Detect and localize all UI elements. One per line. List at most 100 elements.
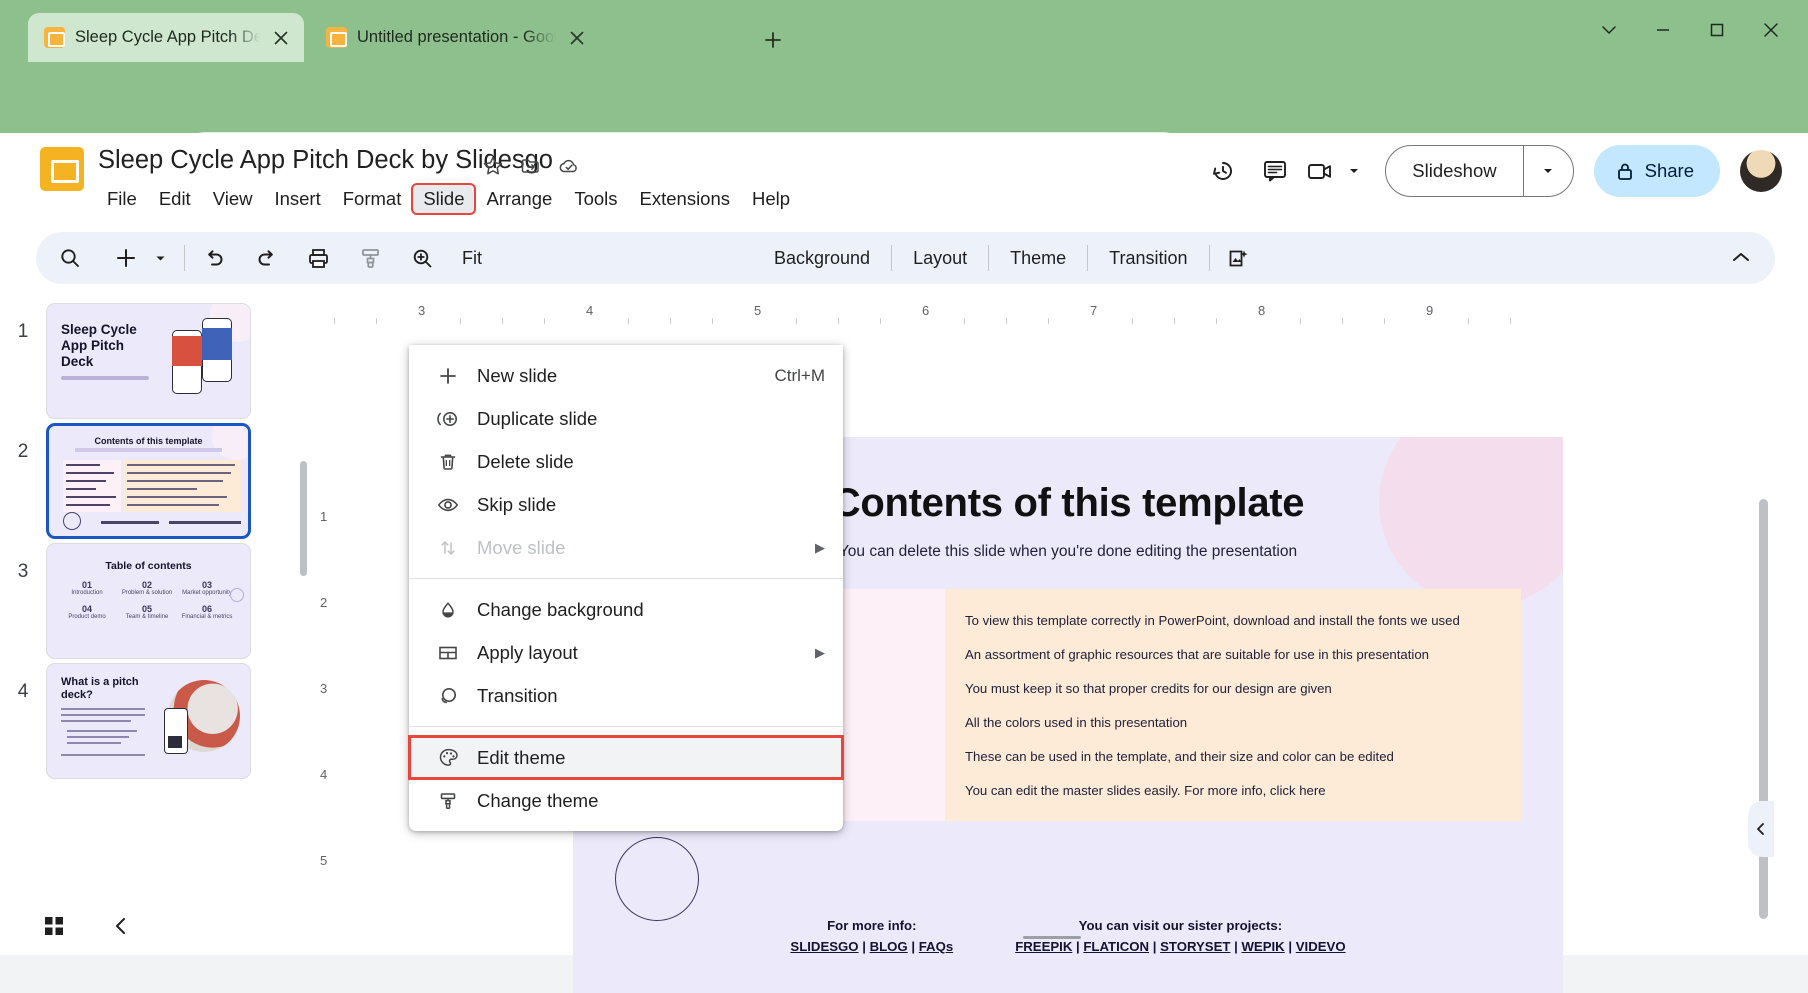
toc-label: Introduction: [57, 590, 117, 596]
menu-item-duplicate-slide[interactable]: Duplicate slide: [409, 397, 843, 440]
menu-slide[interactable]: Slide: [412, 184, 475, 214]
footer-links[interactable]: FREEPIK | FLATICON | STORYSET | WEPIK | …: [1015, 937, 1345, 957]
filmstrip-slide-4[interactable]: 4 What is a pitch deck?: [0, 663, 300, 779]
menu-arrange[interactable]: Arrange: [475, 184, 563, 214]
toolbar-collapse-icon[interactable]: [1721, 238, 1761, 278]
menu-item-edit-theme[interactable]: Edit theme: [409, 736, 843, 779]
slide-number: 3: [0, 543, 46, 583]
slide-thumbnail[interactable]: Sleep Cycle App Pitch Deck: [46, 303, 251, 419]
grid-view-icon[interactable]: [42, 914, 66, 938]
zoom-icon[interactable]: [402, 238, 442, 278]
window-maximize-button[interactable]: [1690, 10, 1744, 50]
theme-button[interactable]: Theme: [998, 248, 1078, 269]
menu-item-apply-layout[interactable]: Apply layout ▶: [409, 631, 843, 674]
menu-item-label: New slide: [477, 365, 557, 387]
link-faqs[interactable]: FAQs: [919, 939, 953, 954]
link-wepik[interactable]: WEPIK: [1241, 939, 1284, 954]
slide-thumbnail[interactable]: Table of contents 01 Introduction 02 Pro…: [46, 543, 251, 659]
window-caret-button[interactable]: [1582, 10, 1636, 50]
insert-image-icon[interactable]: [1219, 238, 1259, 278]
slideshow-button[interactable]: Slideshow: [1386, 146, 1522, 196]
new-slide-caret-icon[interactable]: [146, 238, 175, 278]
layout-button[interactable]: Layout: [901, 248, 979, 269]
undo-icon[interactable]: [194, 238, 234, 278]
slide-thumbnail[interactable]: What is a pitch deck?: [46, 663, 251, 779]
menu-edit[interactable]: Edit: [148, 184, 202, 214]
link-freepik[interactable]: FREEPIK: [1015, 939, 1072, 954]
toc-number: 01: [57, 580, 117, 590]
share-button[interactable]: Share: [1594, 145, 1720, 197]
menu-item-new-slide[interactable]: New slide Ctrl+M: [409, 354, 843, 397]
close-icon[interactable]: [270, 27, 292, 49]
print-icon[interactable]: [298, 238, 338, 278]
link-slidesgo[interactable]: SLIDESGO: [790, 939, 858, 954]
google-meet-icon[interactable]: [1301, 145, 1341, 197]
user-avatar[interactable]: [1740, 150, 1782, 192]
menu-format[interactable]: Format: [332, 184, 413, 214]
comment-icon[interactable]: [1249, 145, 1301, 197]
ruler-tick: 2: [320, 595, 327, 610]
transition-button[interactable]: Transition: [1097, 248, 1199, 269]
menu-tools[interactable]: Tools: [563, 184, 628, 214]
menu-help[interactable]: Help: [741, 184, 801, 214]
zoom-fit-label[interactable]: Fit: [450, 248, 494, 269]
link-flaticon[interactable]: FLATICON: [1083, 939, 1149, 954]
new-slide-button[interactable]: [106, 238, 146, 278]
menu-insert[interactable]: Insert: [263, 184, 331, 214]
link-videvo[interactable]: VIDEVO: [1296, 939, 1346, 954]
menu-item-change-background[interactable]: Change background: [409, 588, 843, 631]
menu-separator: [409, 726, 843, 727]
cloud-saved-icon[interactable]: [554, 151, 584, 181]
slide-thumbnail-selected[interactable]: Contents of this template: [46, 423, 251, 539]
slide-filmstrip[interactable]: 1 Sleep Cycle App Pitch Deck 2 Contents …: [0, 293, 318, 955]
slideshow-control-group: Slideshow: [1385, 145, 1573, 197]
menu-item-change-theme[interactable]: Change theme: [409, 779, 843, 822]
browser-nav-row: docs.google.com/presentation/d/1TZq4AWgi…: [0, 62, 1808, 133]
toc-label: Financial & metrics: [177, 614, 237, 620]
background-button[interactable]: Background: [762, 248, 882, 269]
filmstrip-slide-2[interactable]: 2 Contents of this template: [0, 423, 300, 539]
menu-view[interactable]: View: [202, 184, 264, 214]
star-icon[interactable]: [478, 151, 508, 181]
slide-thumb-title: Contents of this template: [49, 436, 248, 446]
menu-extensions[interactable]: Extensions: [629, 184, 742, 214]
toolbar-divider: [988, 245, 989, 271]
chevron-left-icon[interactable]: [110, 915, 132, 937]
browser-chrome: Sleep Cycle App Pitch Deck by Sl Untitle…: [0, 0, 1808, 133]
move-to-folder-icon[interactable]: [516, 151, 546, 181]
window-close-button[interactable]: [1744, 10, 1798, 50]
slide-menu-dropdown[interactable]: New slide Ctrl+M Duplicate slide Delete …: [409, 345, 843, 831]
google-slides-logo-icon: [40, 147, 84, 191]
speaker-notes-handle[interactable]: [1023, 936, 1081, 939]
paint-format-icon[interactable]: [350, 238, 390, 278]
ruler-tick: 8: [1258, 303, 1265, 318]
browser-tab-1[interactable]: Sleep Cycle App Pitch Deck by Sl: [28, 13, 304, 62]
menu-file[interactable]: File: [96, 184, 148, 214]
move-updown-icon: [431, 538, 465, 558]
redo-icon[interactable]: [246, 238, 286, 278]
ruler-tick: 4: [320, 767, 327, 782]
menu-item-delete-slide[interactable]: Delete slide: [409, 440, 843, 483]
filmstrip-slide-3[interactable]: 3 Table of contents 01 Introduction 02 P…: [0, 543, 300, 659]
menu-item-skip-slide[interactable]: Skip slide: [409, 483, 843, 526]
menu-item-transition[interactable]: Transition: [409, 674, 843, 717]
footer-links[interactable]: SLIDESGO | BLOG | FAQs: [790, 937, 953, 957]
version-history-icon[interactable]: [1197, 145, 1249, 197]
ruler-tick: 5: [754, 303, 761, 318]
menu-bar: File Edit View Insert Format Slide Arran…: [96, 184, 801, 214]
link-blog[interactable]: BLOG: [870, 939, 908, 954]
window-minimize-button[interactable]: [1636, 10, 1690, 50]
explore-panel-toggle[interactable]: [1748, 801, 1774, 857]
close-icon[interactable]: [566, 27, 588, 49]
filmstrip-slide-1[interactable]: 1 Sleep Cycle App Pitch Deck: [0, 303, 300, 419]
browser-tab-2[interactable]: Untitled presentation - Google S: [310, 13, 600, 62]
table-row: You can edit the master slides easily. F…: [965, 773, 1501, 807]
new-tab-button[interactable]: [757, 24, 789, 56]
slideshow-caret-icon[interactable]: [1523, 146, 1573, 196]
meet-caret-icon[interactable]: [1341, 145, 1367, 197]
filmstrip-scrollbar[interactable]: [300, 461, 307, 576]
trash-icon: [431, 452, 465, 472]
link-storyset[interactable]: STORYSET: [1160, 939, 1230, 954]
toc-label: Product demo: [57, 614, 117, 620]
search-icon[interactable]: [50, 238, 90, 278]
